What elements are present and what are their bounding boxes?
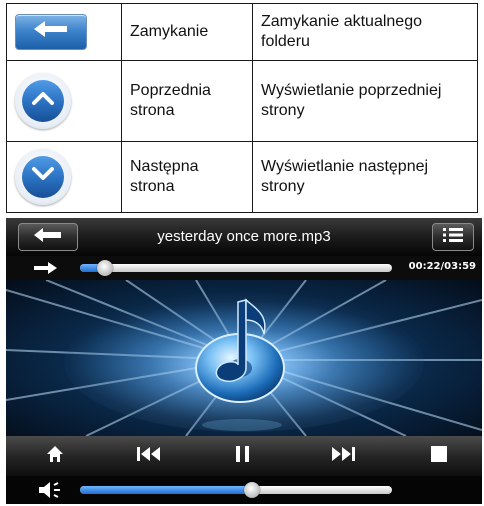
arrow-right-icon[interactable] (34, 261, 58, 280)
volume-fill (80, 486, 252, 494)
icon-cell (6, 141, 122, 213)
next-page-button[interactable] (15, 149, 71, 205)
back-arrow-icon (33, 227, 63, 248)
music-player-screen: yesterday once more.mp3 00:22/03:59 (6, 218, 482, 504)
volume-row (6, 476, 482, 504)
previous-page-button[interactable] (15, 73, 71, 129)
function-name: Zamykanie (121, 3, 253, 61)
table-row: Zamykanie Zamykanie aktualnego folderu (6, 3, 478, 61)
function-description: Wyświetlanie poprzedniej strony (252, 60, 478, 142)
next-track-button[interactable] (328, 444, 358, 468)
back-arrow-icon (33, 20, 69, 44)
elapsed-total-time: 00:22/03:59 (408, 261, 476, 272)
pause-icon (234, 444, 252, 469)
chevron-up-icon (31, 90, 55, 112)
playlist-button[interactable] (432, 223, 474, 251)
function-name: Następna strona (121, 141, 253, 213)
button-reference-table: Zamykanie Zamykanie aktualnego folderu P… (6, 3, 478, 213)
table-row: Poprzednia strona Wyświetlanie poprzedni… (6, 60, 478, 142)
progress-row: 00:22/03:59 (6, 256, 482, 280)
album-art-graphic (6, 280, 482, 436)
player-top-bar: yesterday once more.mp3 (6, 218, 482, 256)
volume-knob[interactable] (243, 482, 260, 498)
track-title: yesterday once more.mp3 (157, 228, 331, 245)
list-icon (442, 227, 464, 248)
skip-previous-icon (136, 445, 162, 468)
function-name: Poprzednia strona (121, 60, 253, 142)
pause-button[interactable] (228, 444, 258, 468)
back-button[interactable] (15, 14, 87, 50)
chevron-down-icon (31, 166, 55, 188)
stop-icon (430, 445, 448, 468)
previous-track-button[interactable] (134, 444, 164, 468)
table-row: Następna strona Wyświetlanie następnej s… (6, 141, 478, 213)
progress-knob[interactable] (96, 260, 113, 276)
function-description: Wyświetlanie następnej strony (252, 141, 478, 213)
icon-cell (6, 60, 122, 142)
progress-slider[interactable] (80, 260, 392, 276)
volume-slider[interactable] (80, 482, 392, 498)
playback-controls (6, 436, 482, 476)
function-description: Zamykanie aktualnego folderu (252, 3, 478, 61)
player-back-button[interactable] (18, 223, 78, 251)
home-icon (46, 445, 64, 468)
stop-button[interactable] (424, 444, 454, 468)
album-art (6, 280, 482, 436)
icon-cell (6, 3, 122, 61)
speaker-icon[interactable] (38, 481, 66, 504)
home-button[interactable] (40, 444, 70, 468)
skip-next-icon (330, 445, 356, 468)
